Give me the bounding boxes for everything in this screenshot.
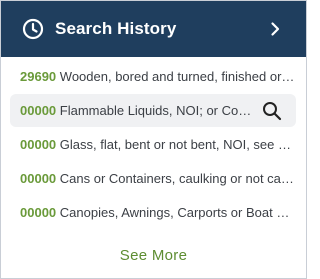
history-description: Canopies, Awnings, Carports or Boat Shel… — [59, 205, 296, 220]
history-row-text: 00000 Canopies, Awnings, Carports or Boa… — [10, 205, 296, 220]
history-row[interactable]: 29690 Wooden, bored and turned, finished… — [10, 60, 296, 93]
search-history-header[interactable]: Search History — [1, 1, 306, 57]
history-description: Flammable Liquids, NOI; or Combustible L… — [59, 103, 256, 118]
see-more-link[interactable]: See More — [1, 247, 306, 264]
history-code: 00000 — [20, 205, 57, 220]
search-icon[interactable] — [262, 101, 282, 121]
history-row-text: 00000 Cans or Containers, caulking or no… — [10, 171, 296, 186]
history-code: 00000 — [20, 103, 57, 118]
history-description: Glass, flat, bent or not bent, NOI, see … — [59, 137, 296, 152]
history-description: Cans or Containers, caulking or not caul… — [59, 171, 296, 186]
history-row-text: 29690 Wooden, bored and turned, finished… — [10, 69, 296, 84]
history-row[interactable]: 00000 Flammable Liquids, NOI; or Combust… — [10, 94, 296, 127]
history-code: 00000 — [20, 171, 57, 186]
header-title: Search History — [55, 19, 177, 38]
clock-icon — [22, 18, 44, 40]
history-row[interactable]: 00000 Canopies, Awnings, Carports or Boa… — [10, 196, 296, 229]
history-code: 00000 — [20, 137, 57, 152]
search-history-card: Search History 29690 Wooden, bored and t… — [0, 0, 307, 279]
history-code: 29690 — [20, 69, 57, 84]
history-row[interactable]: 00000 Cans or Containers, caulking or no… — [10, 162, 296, 195]
history-row-text: 00000 Flammable Liquids, NOI; or Combust… — [10, 103, 256, 118]
history-description: Wooden, bored and turned, finished or un… — [59, 69, 296, 84]
history-row-text: 00000 Glass, flat, bent or not bent, NOI… — [10, 137, 296, 152]
history-row[interactable]: 00000 Glass, flat, bent or not bent, NOI… — [10, 128, 296, 161]
chevron-right-icon[interactable] — [267, 21, 283, 37]
